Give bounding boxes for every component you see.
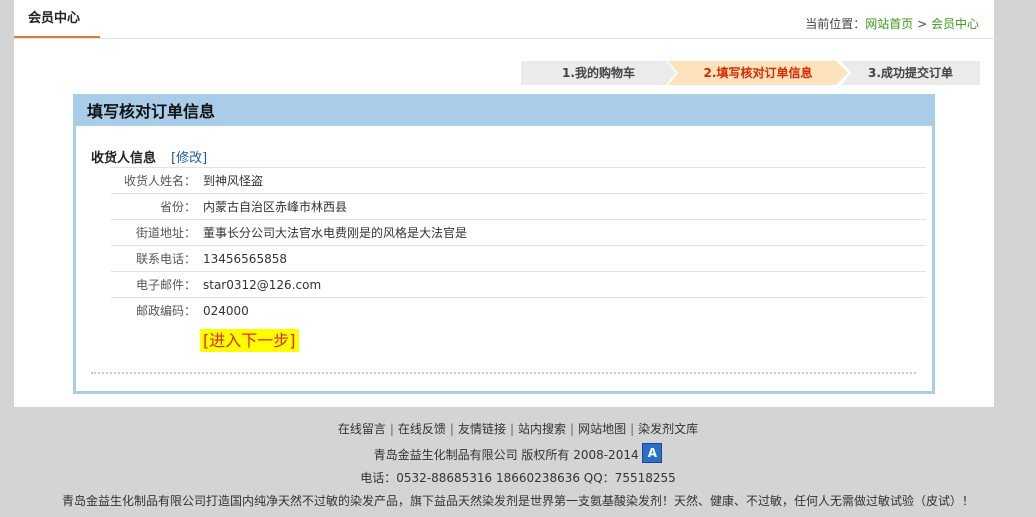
- row-value: 内蒙古自治区赤峰市林西县: [203, 200, 348, 214]
- site-badge-icon[interactable]: A: [642, 443, 663, 463]
- row-street-address: 街道地址： 董事长分公司大法官水电费刚是的风格是大法官是: [111, 219, 926, 246]
- link-separator: |: [389, 422, 394, 436]
- breadcrumb-separator: >: [917, 17, 928, 31]
- footer-link-sitemap[interactable]: 网站地图: [578, 422, 626, 436]
- row-phone: 联系电话： 13456565858: [111, 245, 926, 272]
- row-email: 电子邮件： star0312@126.com: [111, 271, 926, 298]
- slogan-line: 青岛金益生化制品有限公司打造国内纯净天然不过敏的染发产品，旗下益品天然染发剂是世…: [61, 494, 974, 508]
- tab-member-center[interactable]: 会员中心: [14, 0, 100, 38]
- footer: 在线留言 | 在线反馈 | 友情链接 | 站内搜索 | 网站地图 | 染发剂文库 青岛金益生化制品有…: [0, 420, 1036, 509]
- breadcrumb: 当前位置：网站首页 > 会员中心: [805, 15, 979, 32]
- row-label: 省份：: [159, 200, 196, 214]
- row-consignee-name: 收货人姓名： 到神风怪盗: [111, 167, 926, 194]
- copyright-text: 青岛金益生化制品有限公司 版权所有 2008-2014: [373, 448, 639, 462]
- next-step-button[interactable]: [进入下一步]: [200, 329, 299, 352]
- step-cart: 1.我的购物车: [521, 61, 676, 85]
- consignee-section-title: 收货人信息: [91, 151, 157, 166]
- row-postcode: 邮政编码： 024000: [111, 297, 926, 324]
- row-label: 联系电话：: [135, 252, 196, 266]
- panel-title: 填写核对订单信息: [76, 97, 932, 126]
- breadcrumb-current-link[interactable]: 会员中心: [931, 17, 979, 31]
- footer-link-message[interactable]: 在线留言: [338, 422, 386, 436]
- row-value: 024000: [203, 304, 249, 318]
- row-label: 街道地址：: [135, 226, 196, 240]
- footer-link-search[interactable]: 站内搜索: [518, 422, 566, 436]
- link-separator: |: [570, 422, 575, 436]
- copyright-line: 青岛金益生化制品有限公司 版权所有 2008-2014 A: [0, 443, 1036, 463]
- step-fill-order: 2.填写核对订单信息: [668, 61, 848, 85]
- link-separator: |: [449, 422, 454, 436]
- footer-link-friends[interactable]: 友情链接: [458, 422, 506, 436]
- row-province: 省份： 内蒙古自治区赤峰市林西县: [111, 193, 926, 220]
- footer-link-library[interactable]: 染发剂文库: [638, 422, 698, 436]
- link-separator: |: [630, 422, 635, 436]
- row-label: 收货人姓名：: [123, 174, 196, 188]
- row-label: 电子邮件：: [135, 278, 196, 292]
- link-separator: |: [509, 422, 515, 436]
- breadcrumb-label: 当前位置：: [805, 17, 866, 31]
- row-value: 13456565858: [203, 252, 287, 266]
- row-value: star0312@126.com: [203, 278, 322, 292]
- step-submit-order: 3.成功提交订单: [841, 61, 980, 85]
- row-value: 董事长分公司大法官水电费刚是的风格是大法官是: [203, 226, 468, 240]
- dotted-divider: [91, 372, 916, 374]
- top-bar: 会员中心 当前位置：网站首页 > 会员中心: [14, 0, 994, 39]
- edit-link[interactable]: [修改]: [171, 147, 207, 166]
- order-panel: 填写核对订单信息 收货人信息 [修改] 收货人姓名： 到神风怪盗 省份： 内蒙古…: [73, 94, 935, 394]
- row-value: 到神风怪盗: [203, 174, 264, 188]
- contact-line: 电话：0532-88685316 18660238636 QQ：75518255: [360, 471, 676, 485]
- footer-links: 在线留言 | 在线反馈 | 友情链接 | 站内搜索 | 网站地图 | 染发剂文库: [0, 420, 1036, 437]
- breadcrumb-home-link[interactable]: 网站首页: [865, 17, 913, 31]
- row-label: 邮政编码：: [135, 304, 196, 318]
- footer-link-feedback[interactable]: 在线反馈: [398, 422, 446, 436]
- main-content: 会员中心 当前位置：网站首页 > 会员中心 1.我的购物车 2.填写核对订单信息…: [14, 0, 994, 407]
